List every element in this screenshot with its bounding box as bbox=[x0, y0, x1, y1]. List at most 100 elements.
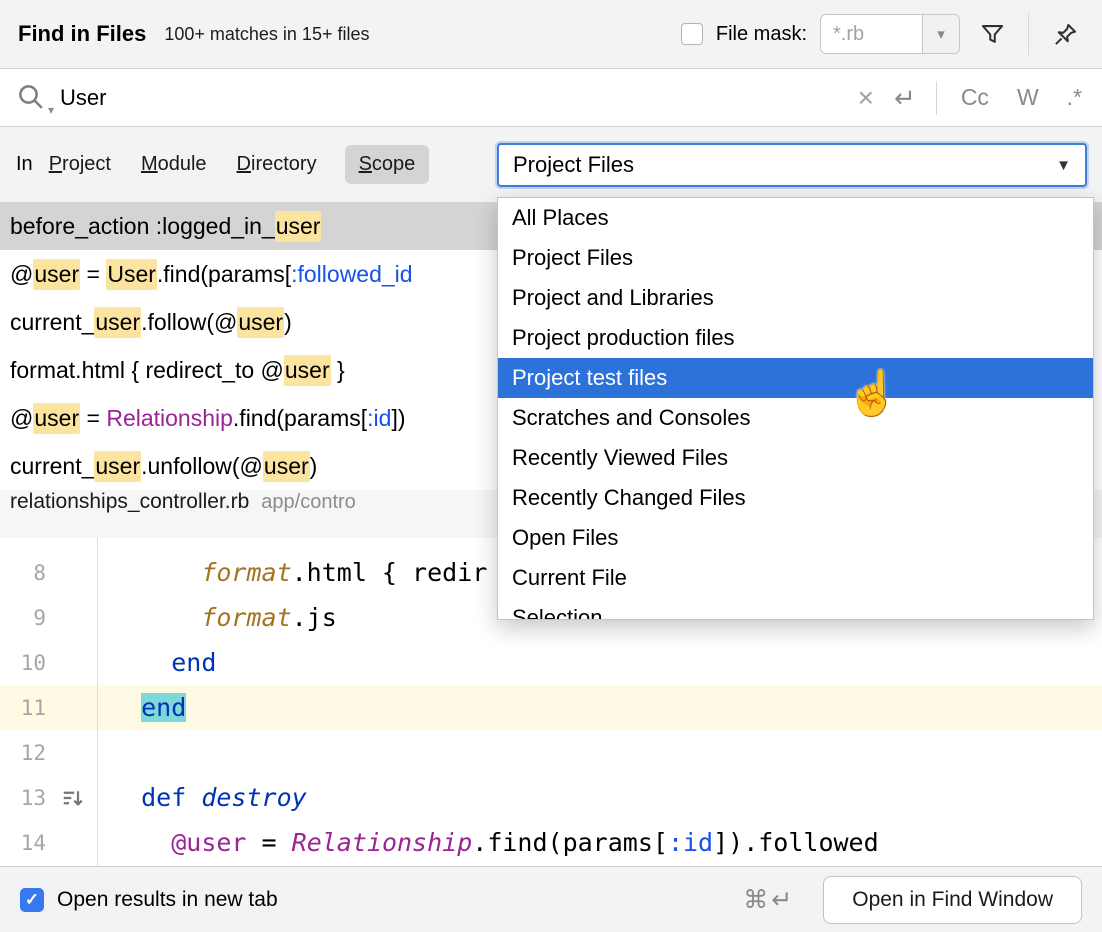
dropdown-item-project-test-files[interactable]: Project test files bbox=[498, 358, 1093, 398]
code-token: .html { redir bbox=[292, 558, 488, 587]
code-token: = bbox=[246, 828, 291, 857]
code-text: format.html { redir bbox=[97, 558, 487, 587]
code-token: ]).followed bbox=[713, 828, 879, 857]
search-icon[interactable]: ▾ bbox=[16, 82, 52, 114]
line-number: 11 bbox=[0, 696, 46, 720]
code-line[interactable]: 14 @user = Relationship.find(params[:id]… bbox=[0, 820, 1102, 865]
clear-icon[interactable]: × bbox=[858, 84, 874, 112]
dropdown-item-open-files[interactable]: Open Files bbox=[498, 518, 1093, 558]
scope-dropdown-list: All PlacesProject FilesProject and Libra… bbox=[498, 198, 1093, 620]
code-token: :id bbox=[668, 828, 713, 857]
code-token: } bbox=[331, 357, 345, 384]
code-token: current_ bbox=[10, 453, 94, 480]
open-results-checkbox[interactable]: ✓ bbox=[20, 888, 44, 912]
code-token: = bbox=[80, 261, 106, 288]
code-line[interactable]: 11 end bbox=[0, 685, 1102, 730]
hand-cursor: ☝ bbox=[845, 372, 900, 416]
dropdown-item-project-production-files[interactable]: Project production files bbox=[498, 318, 1093, 358]
code-text: end bbox=[97, 693, 186, 722]
dropdown-item-all-places[interactable]: All Places bbox=[498, 198, 1093, 238]
scope-tabs: Project Module Directory Scope bbox=[47, 145, 430, 184]
code-token: .js bbox=[292, 603, 337, 632]
code-token: user bbox=[284, 355, 331, 386]
code-token: Relationship bbox=[106, 405, 233, 432]
code-line[interactable]: 10 end bbox=[0, 640, 1102, 685]
scope-combobox-value: Project Files bbox=[513, 152, 634, 178]
code-text: @user = Relationship.find(params[:id]).f… bbox=[97, 828, 879, 857]
dropdown-item-scratches-and-consoles[interactable]: Scratches and Consoles bbox=[498, 398, 1093, 438]
code-text: format.js bbox=[97, 603, 337, 632]
code-token: :followed_id bbox=[291, 261, 412, 288]
code-token: Relationship bbox=[292, 828, 473, 857]
chevron-down-icon[interactable]: ▼ bbox=[1056, 157, 1071, 174]
line-number: 14 bbox=[0, 831, 46, 855]
code-text: end bbox=[97, 648, 216, 677]
dialog-footer: ✓ Open results in new tab ⌘↵ Open in Fin… bbox=[0, 866, 1102, 932]
code-line[interactable]: 12 bbox=[0, 730, 1102, 775]
code-token: .find(params[ bbox=[472, 828, 668, 857]
line-number: 9 bbox=[0, 606, 46, 630]
filter-icon[interactable] bbox=[973, 15, 1011, 53]
code-token bbox=[111, 648, 171, 677]
code-token: user bbox=[33, 259, 80, 290]
code-token: format bbox=[201, 603, 291, 632]
code-text: def destroy bbox=[97, 783, 307, 812]
line-number: 8 bbox=[0, 561, 46, 585]
line-number: 10 bbox=[0, 651, 46, 675]
file-path: app/contro bbox=[261, 491, 356, 514]
open-in-find-window-button[interactable]: Open in Find Window bbox=[823, 876, 1082, 924]
code-token: user bbox=[275, 211, 322, 242]
file-mask-checkbox[interactable] bbox=[681, 23, 703, 45]
mnemonic-letter: D bbox=[237, 153, 251, 175]
code-token: end bbox=[141, 693, 186, 722]
code-token: format.html { redirect_to @ bbox=[10, 357, 284, 384]
divider bbox=[1028, 13, 1029, 55]
search-row: ▾ User × ↵ Cc W .* bbox=[0, 69, 1102, 127]
scope-tab-directory[interactable]: Directory bbox=[235, 145, 319, 184]
gutter-sort-icon[interactable] bbox=[46, 786, 97, 810]
file-mask-cluster: File mask: *.rb ▾ bbox=[681, 13, 1084, 55]
match-case-toggle[interactable]: Cc bbox=[957, 84, 993, 111]
insert-newline-icon[interactable]: ↵ bbox=[894, 85, 916, 111]
code-token bbox=[111, 603, 201, 632]
code-token: .find(params[ bbox=[233, 405, 367, 432]
scope-tab-module[interactable]: Module bbox=[139, 145, 209, 184]
open-results-label: Open results in new tab bbox=[57, 888, 278, 912]
code-token: user bbox=[94, 307, 141, 338]
code-token: @ bbox=[10, 405, 33, 432]
dropdown-item-selection[interactable]: Selection bbox=[498, 598, 1093, 620]
code-token: user bbox=[263, 451, 310, 482]
chevron-down-icon[interactable]: ▾ bbox=[922, 15, 959, 53]
code-token bbox=[111, 828, 171, 857]
code-token: destroy bbox=[201, 783, 306, 812]
code-token: .follow(@ bbox=[141, 309, 237, 336]
scope-combobox[interactable]: Project Files ▼ bbox=[497, 143, 1087, 187]
scope-dropdown-popup: All PlacesProject FilesProject and Libra… bbox=[497, 197, 1094, 620]
scope-tab-project[interactable]: Project bbox=[47, 145, 113, 184]
mnemonic-letter: P bbox=[49, 153, 62, 175]
file-mask-label: File mask: bbox=[716, 23, 807, 46]
code-token: .unfollow(@ bbox=[141, 453, 263, 480]
code-line[interactable]: 13 def destroy bbox=[0, 775, 1102, 820]
code-token: before_action :logged_in_ bbox=[10, 213, 275, 240]
dropdown-item-project-and-libraries[interactable]: Project and Libraries bbox=[498, 278, 1093, 318]
code-token: ]) bbox=[391, 405, 405, 432]
code-token: ) bbox=[284, 309, 292, 336]
match-summary: 100+ matches in 15+ files bbox=[164, 24, 369, 45]
whole-words-toggle[interactable]: W bbox=[1013, 84, 1043, 111]
dropdown-item-recently-viewed-files[interactable]: Recently Viewed Files bbox=[498, 438, 1093, 478]
dropdown-item-recently-changed-files[interactable]: Recently Changed Files bbox=[498, 478, 1093, 518]
pin-icon[interactable] bbox=[1046, 15, 1084, 53]
dropdown-item-project-files[interactable]: Project Files bbox=[498, 238, 1093, 278]
dialog-header: Find in Files 100+ matches in 15+ files … bbox=[0, 0, 1102, 69]
line-number: 13 bbox=[0, 786, 46, 810]
scope-tab-scope[interactable]: Scope bbox=[345, 145, 430, 184]
search-input[interactable]: User bbox=[60, 85, 106, 111]
file-mask-combobox[interactable]: *.rb ▾ bbox=[820, 14, 960, 54]
check-icon: ✓ bbox=[25, 890, 39, 910]
dropdown-item-current-file[interactable]: Current File bbox=[498, 558, 1093, 598]
file-name: relationships_controller.rb bbox=[10, 490, 249, 514]
code-token: ) bbox=[310, 453, 318, 480]
regex-toggle[interactable]: .* bbox=[1063, 84, 1086, 111]
code-token: = bbox=[80, 405, 106, 432]
